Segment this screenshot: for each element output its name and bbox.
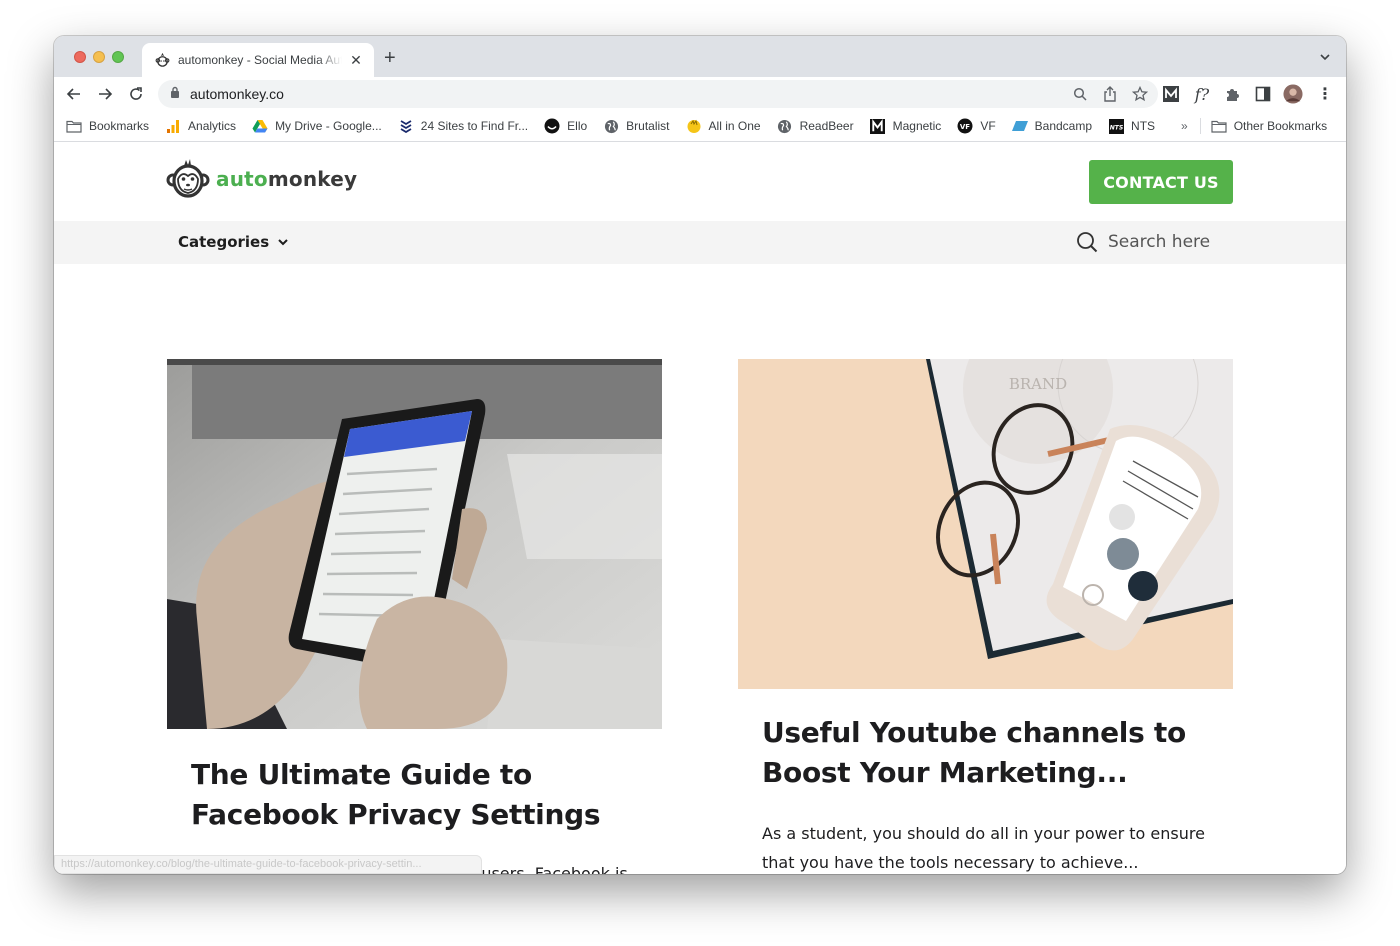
svg-text:NTS: NTS [1109,124,1123,131]
chevron-down-icon [278,239,288,246]
bookmark-all-in-one[interactable]: All in One [686,118,761,134]
link-status-bar: https://automonkey.co/blog/the-ultimate-… [54,855,482,874]
medium-extension-icon[interactable] [1161,84,1181,104]
bookmark-my-drive[interactable]: My Drive - Google... [252,118,382,134]
svg-text:VF: VF [960,123,970,131]
folder-icon [1211,118,1227,134]
bookmark-nts[interactable]: NTS NTS [1108,118,1155,134]
formula-extension-icon[interactable]: f? [1192,84,1212,104]
lock-icon[interactable] [170,85,180,103]
bandcamp-icon [1011,118,1028,134]
arrow-right-icon [99,88,113,100]
browser-window: automonkey - Social Media Automation ✕ +… [54,36,1346,874]
categories-dropdown[interactable]: Categories [178,233,289,251]
web-page: automonkey CONTACT US Categories Search … [54,143,1346,874]
monkey-logo-icon [166,159,210,198]
bookmark-readbeer[interactable]: ReadBeer [777,118,854,134]
arrow-left-icon [66,88,80,100]
tab-title: automonkey - Social Media Automation [178,53,342,67]
search-input[interactable]: Search here [1108,232,1210,252]
post-image-glasses-phone[interactable]: BRAND [738,359,1233,689]
post-card[interactable]: The Ultimate Guide to Facebook Privacy S… [167,359,662,874]
bookmark-other-bookmarks[interactable]: Other Bookmarks [1211,118,1327,134]
site-search[interactable]: Search here [1076,231,1210,253]
site-header: automonkey CONTACT US [54,143,1346,221]
tab-search-chevron-icon[interactable] [1318,50,1332,64]
magnetic-icon [870,118,886,134]
svg-text:BRAND: BRAND [1009,375,1067,393]
bookmark-24-sites[interactable]: 24 Sites to Find Fr... [398,118,528,134]
forward-button[interactable] [95,84,115,104]
star-icon[interactable] [1132,85,1148,103]
google-drive-icon [252,118,268,134]
post-image-phone-hands[interactable] [167,359,662,729]
profile-avatar[interactable] [1283,84,1303,104]
maximize-window-button[interactable] [112,51,124,63]
browser-toolbar: automonkey.co f? ⋮ [54,77,1346,111]
vf-icon: VF [957,118,973,134]
bookmark-brutalist[interactable]: Brutalist [603,118,670,134]
contact-us-button[interactable]: CONTACT US [1089,160,1233,204]
globe-icon [603,118,619,134]
post-title[interactable]: The Ultimate Guide to Facebook Privacy S… [191,755,631,835]
share-icon[interactable] [1102,85,1118,103]
logo-wordmark: automonkey [216,167,358,191]
bookmarks-overflow-button[interactable]: » [1181,119,1188,133]
minimize-window-button[interactable] [93,51,105,63]
side-panel-icon[interactable] [1253,84,1273,104]
site-nav-bar: Categories Search here [54,221,1346,264]
site-logo[interactable]: automonkey [166,157,357,201]
monkey-icon [154,52,170,68]
reload-button[interactable] [126,84,146,104]
new-tab-button[interactable]: + [384,48,396,68]
search-icon[interactable] [1076,231,1098,253]
ello-icon [544,118,560,134]
all-in-one-icon [686,118,702,134]
categories-label: Categories [178,233,270,251]
folder-icon [66,118,82,134]
post-title[interactable]: Useful Youtube channels to Boost Your Ma… [762,713,1202,793]
kebab-menu-icon[interactable]: ⋮ [1315,84,1335,104]
nts-icon: NTS [1108,118,1124,134]
url-text[interactable]: automonkey.co [190,86,284,102]
bookmark-bandcamp[interactable]: Bandcamp [1011,118,1092,134]
bookmark-analytics[interactable]: Analytics [165,118,236,134]
bookmark-bookmarks[interactable]: Bookmarks [66,118,149,134]
bookmark-ello[interactable]: Ello [544,118,587,134]
bookmark-vf[interactable]: VF VF [957,118,996,134]
address-bar[interactable]: automonkey.co [158,80,1158,108]
browser-tab-active[interactable]: automonkey - Social Media Automation ✕ [142,43,374,77]
stack-icon [398,118,414,134]
reload-icon [130,87,142,100]
bookmark-magnetic[interactable]: Magnetic [870,118,941,134]
search-icon[interactable] [1072,85,1088,103]
close-tab-icon[interactable]: ✕ [348,52,364,69]
post-excerpt: As a student, you should do all in your … [762,824,1205,872]
post-card[interactable]: BRAND Useful Youtube channels to Boost Y… [738,359,1233,874]
globe-icon [777,118,793,134]
bookmarks-bar: Bookmarks Analytics My Drive - Google...… [54,111,1346,142]
close-window-button[interactable] [74,51,86,63]
analytics-icon [165,118,181,134]
tab-strip: automonkey - Social Media Automation ✕ + [54,36,1346,77]
bookmarks-divider [1199,118,1201,134]
back-button[interactable] [64,84,84,104]
puzzle-extension-icon[interactable] [1222,84,1242,104]
